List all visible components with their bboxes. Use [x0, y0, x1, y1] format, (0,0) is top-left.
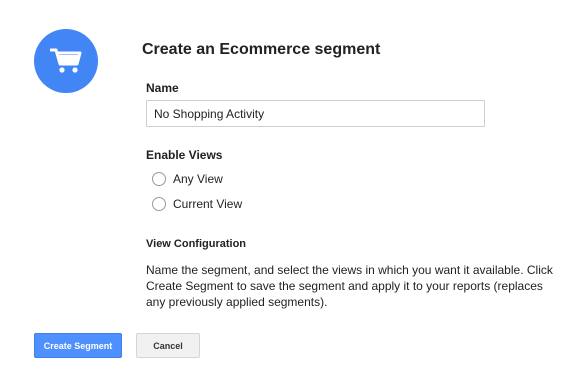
any-view-radio[interactable]: Any View [152, 172, 223, 186]
dialog-title: Create an Ecommerce segment [142, 41, 381, 58]
create-segment-button[interactable]: Create Segment [34, 333, 122, 358]
current-view-radio[interactable]: Current View [152, 197, 242, 211]
view-configuration-description: Name the segment, and select the views i… [146, 263, 553, 309]
radio-button-icon[interactable] [152, 172, 166, 186]
segment-name-input[interactable] [146, 100, 485, 127]
any-view-label: Any View [173, 172, 223, 186]
view-configuration-label: View Configuration [146, 238, 247, 250]
create-ecommerce-segment-dialog: Create an Ecommerce segment Name Enable … [0, 0, 571, 374]
radio-button-icon[interactable] [152, 197, 166, 211]
current-view-label: Current View [173, 197, 243, 211]
cancel-button[interactable]: Cancel [136, 333, 200, 358]
shopping-cart-icon [34, 29, 98, 93]
enable-views-label: Enable Views [146, 148, 223, 162]
name-label: Name [146, 81, 179, 95]
